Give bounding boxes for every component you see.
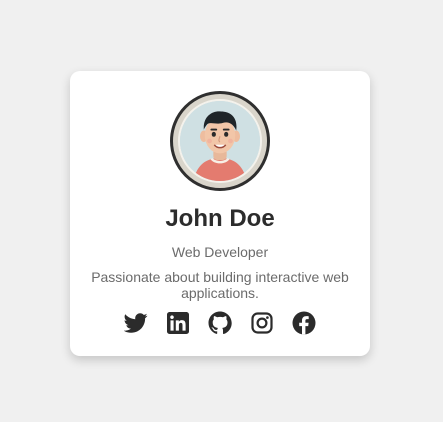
twitter-icon <box>124 313 148 333</box>
instagram-icon <box>251 312 273 334</box>
instagram-link[interactable] <box>250 311 274 335</box>
profile-card: John Doe Web Developer Passionate about … <box>70 71 370 356</box>
profile-name: John Doe <box>165 205 275 232</box>
avatar <box>170 91 270 191</box>
social-links <box>70 311 370 337</box>
avatar-illustration <box>178 99 262 183</box>
linkedin-link[interactable] <box>166 311 190 335</box>
profile-bio: Passionate about building interactive we… <box>91 269 349 301</box>
github-link[interactable] <box>208 311 232 335</box>
profile-title: Web Developer <box>171 244 269 260</box>
github-icon <box>208 311 232 335</box>
facebook-link[interactable] <box>292 311 316 335</box>
facebook-icon <box>292 311 316 335</box>
twitter-link[interactable] <box>124 311 148 335</box>
avatar-image <box>180 101 260 181</box>
linkedin-icon <box>167 312 189 334</box>
